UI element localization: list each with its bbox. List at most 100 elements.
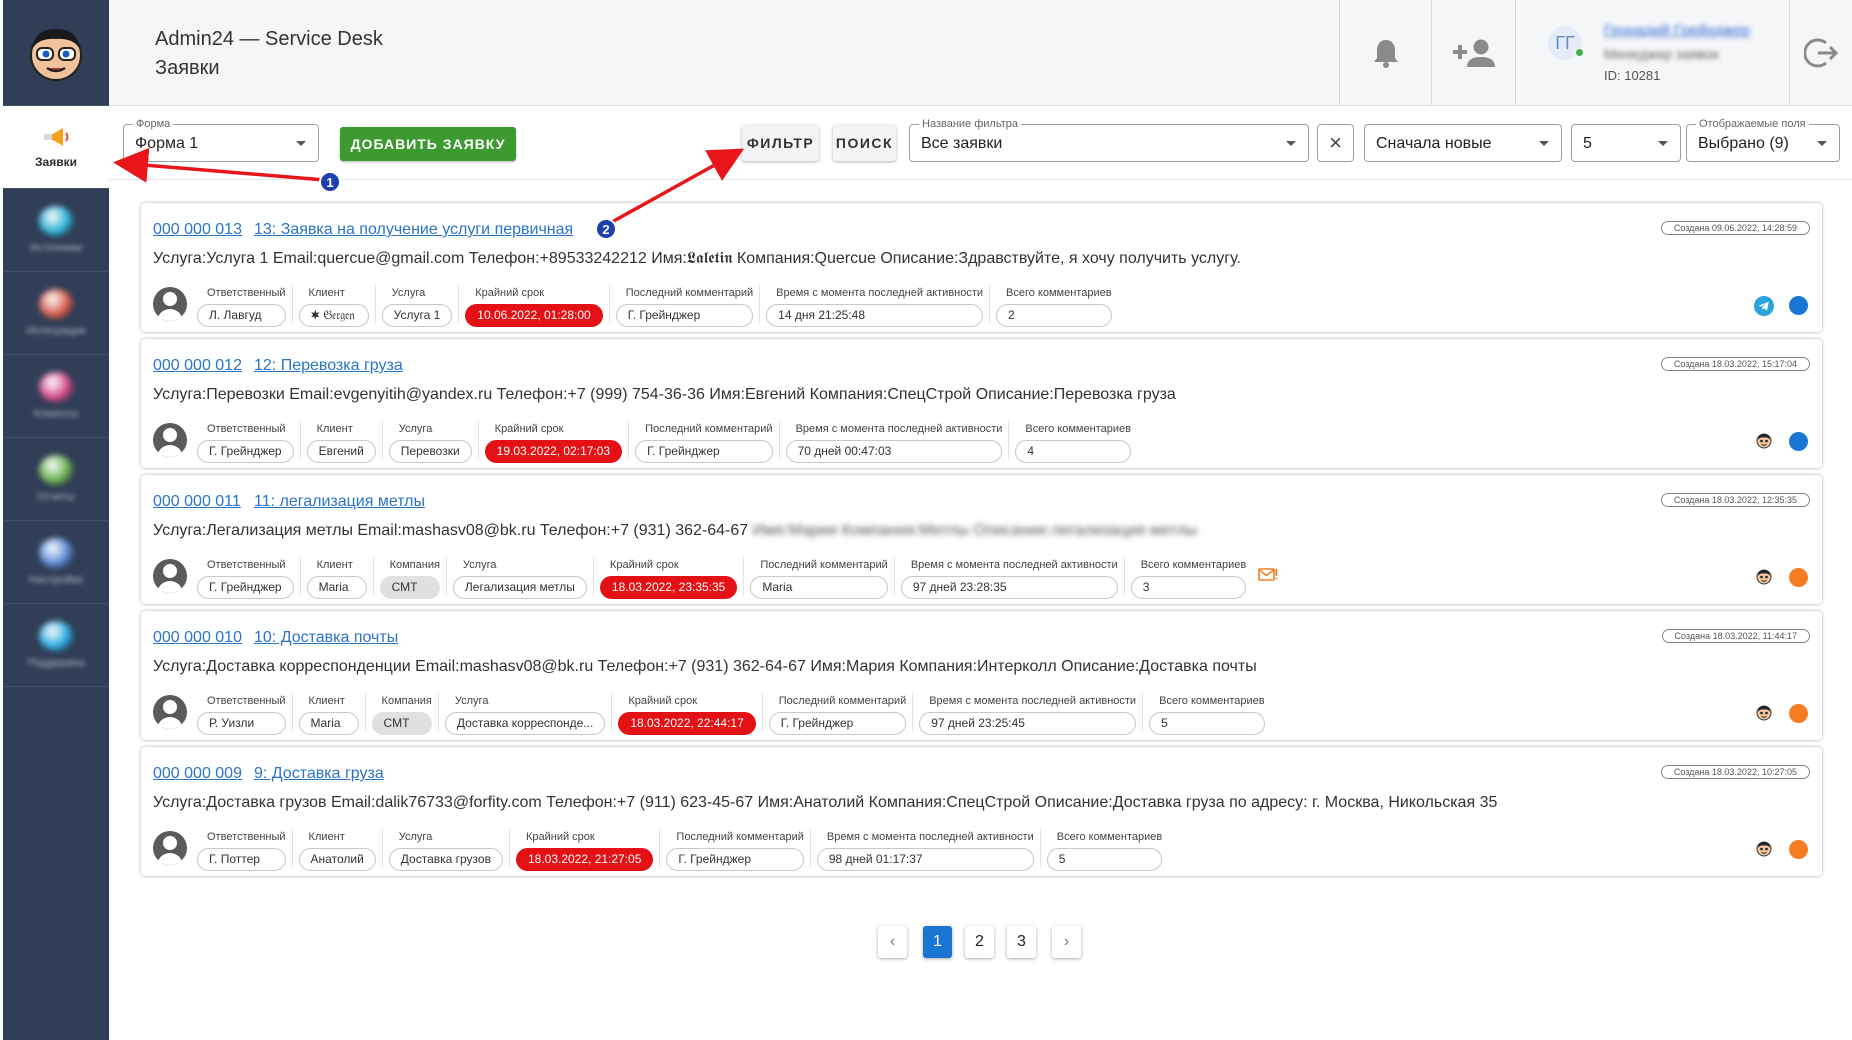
ticket-field: Клиент Maria — [298, 695, 359, 735]
ticket-field-value: 🟋 𝔊𝔢𝔯𝔤𝔢𝔫 — [298, 304, 369, 327]
user-name-link[interactable]: Геннадий Грейнджер — [1604, 22, 1750, 39]
ticket-field-value: 5 — [1046, 848, 1163, 871]
ticket-field: Последний комментарий Г. Грейнджер — [615, 287, 753, 327]
ticket-card[interactable]: 000 000 012 12: Перевозка груза Создана 18… — [141, 339, 1822, 468]
ticket-field: Последний комментарий Г. Грейнджер — [666, 831, 804, 871]
assignee-avatar-icon — [153, 695, 187, 729]
ticket-field-label: Всего комментариев — [1006, 287, 1112, 299]
sidebar: Заявки Источники Интеграции Клиенты Отчеты На… — [3, 0, 109, 1040]
ticket-field-label: Ответственный — [207, 695, 286, 707]
field-divider — [912, 693, 914, 731]
ticket-field-label: Всего комментариев — [1159, 695, 1265, 707]
assignee-avatar-icon — [153, 559, 187, 593]
ticket-field-label: Время с момента последней активности — [826, 831, 1034, 843]
sidebar-item[interactable]: Отчеты — [3, 438, 109, 521]
sidebar-item[interactable]: Поддержка — [3, 604, 109, 687]
ticket-title-link[interactable]: 11: легализация метлы — [254, 493, 425, 511]
ticket-field-label: Ответственный — [207, 423, 286, 435]
ticket-field-label: Крайний срок — [494, 423, 564, 435]
ticket-id-link[interactable]: 000 000 013 — [153, 221, 242, 239]
ticket-id-link[interactable]: 000 000 011 — [153, 493, 241, 511]
ticket-field: Последний комментарий Maria — [750, 559, 888, 599]
field-divider — [477, 421, 479, 459]
search-button[interactable]: ПОИСК — [833, 125, 896, 161]
ticket-description: Услуга:Перевозки Email:evgenyitih@yandex… — [153, 386, 1176, 404]
filter-name-value: Все заявки — [921, 135, 1003, 152]
ticket-title-link[interactable]: 9: Доставка груза — [254, 765, 384, 783]
mail-icon[interactable] — [1258, 567, 1278, 583]
filter-button[interactable]: ФИЛЬТР — [742, 125, 819, 161]
toolbar: Форма Форма 1 ДОБАВИТЬ ЗАЯВКУ ФИЛЬТР ПОИ… — [109, 106, 1852, 180]
megaphone-icon — [44, 128, 69, 146]
field-divider — [628, 421, 630, 459]
ticket-field: Всего комментариев 3 — [1130, 559, 1246, 599]
sidebar-item[interactable]: Клиенты — [3, 355, 109, 438]
ticket-card[interactable]: 000 000 011 11: легализация метлы Создана … — [141, 475, 1822, 604]
user-profile[interactable]: ГГ Геннадий Грейнджер Менеджер заявок ID… — [1515, 0, 1789, 106]
ticket-field-label: Последний комментарий — [676, 831, 804, 843]
ticket-field: Ответственный Г. Поттер — [197, 831, 286, 871]
field-divider — [809, 829, 811, 867]
ticket-card[interactable]: 000 000 009 9: Доставка груза Создана 18.0… — [141, 747, 1822, 876]
ticket-id-link[interactable]: 000 000 012 — [153, 357, 242, 375]
ticket-card[interactable]: 000 000 013 13: Заявка на получение услуг… — [141, 203, 1822, 332]
ticket-title-link[interactable]: 10: Доставка почты — [254, 629, 398, 647]
close-icon: × — [1329, 130, 1342, 155]
ticket-field: Ответственный Р. Уизли — [197, 695, 286, 735]
pagination-page-button[interactable]: 1 — [923, 926, 952, 958]
filter-name-select[interactable]: Название фильтра Все заявки — [909, 117, 1309, 162]
ticket-field-label: Время с момента последней активности — [776, 287, 984, 299]
ticket-field-label: Услуга — [391, 287, 426, 299]
ticket-title-link[interactable]: 12: Перевозка груза — [254, 357, 403, 375]
sidebar-item-label: Источники — [29, 242, 83, 254]
visible-fields-label: Отображаемые поля — [1696, 117, 1809, 131]
sidebar-item-label: Настройки — [29, 574, 83, 586]
chevron-down-icon — [1539, 141, 1549, 146]
created-badge: Создана 18.03.2022, 10:27:05 — [1660, 765, 1810, 779]
form-select-label: Форма — [133, 117, 174, 131]
ticket-field-value: Maria — [298, 712, 359, 735]
add-ticket-button[interactable]: ДОБАВИТЬ ЗАЯВКУ — [340, 127, 516, 161]
ticket-field: Клиент Евгений — [306, 423, 376, 463]
ticket-id-link[interactable]: 000 000 009 — [153, 765, 242, 783]
ticket-card[interactable]: 000 000 010 10: Доставка почты Создана 18.… — [141, 611, 1822, 740]
ticket-field-label: Клиент — [316, 423, 353, 435]
pagination-next-button[interactable]: › — [1052, 926, 1081, 958]
field-divider — [761, 693, 763, 731]
add-user-button[interactable] — [1431, 0, 1515, 106]
logo-avatar[interactable] — [3, 0, 109, 106]
pagination-page-button[interactable]: 2 — [965, 926, 994, 958]
status-indicator — [1789, 568, 1808, 587]
pagination-prev-button[interactable]: ‹ — [878, 926, 907, 958]
per-page-select[interactable]: 5 — [1571, 124, 1681, 162]
pagination-page-button[interactable]: 3 — [1007, 926, 1036, 958]
visible-fields-select[interactable]: Отображаемые поля Выбрано (9) — [1686, 117, 1840, 162]
logout-button[interactable] — [1789, 0, 1852, 106]
ticket-id-link[interactable]: 000 000 010 — [153, 629, 242, 647]
ticket-field-label: Время с момента последней активности — [929, 695, 1137, 707]
ticket-field-value: 97 дней 23:25:45 — [919, 712, 1137, 735]
ticket-field-label: Время с момента последней активности — [795, 423, 1003, 435]
ticket-description-text: Услуга:Услуга 1 Email:quercue@gmail.com … — [153, 250, 1241, 267]
app-title: Admin24 — Service Desk — [155, 28, 383, 50]
ticket-field-label: Услуга — [454, 695, 489, 707]
form-select[interactable]: Форма Форма 1 — [123, 117, 319, 162]
ticket-title-link[interactable]: 13: Заявка на получение услуги первичная — [254, 221, 573, 239]
clear-filter-button[interactable]: × — [1317, 124, 1354, 162]
notifications-button[interactable] — [1339, 0, 1431, 106]
sort-select[interactable]: Сначала новые — [1364, 124, 1562, 162]
sidebar-item-icon — [39, 372, 73, 402]
field-divider — [759, 285, 761, 323]
sidebar-item[interactable]: Источники — [3, 189, 109, 272]
ticket-description-text: Услуга:Доставка грузов Email:dalik76733@… — [153, 794, 1498, 811]
status-indicator — [1789, 432, 1808, 451]
chevron-down-icon — [296, 141, 306, 146]
logout-icon — [1804, 38, 1838, 68]
ticket-field: Компания СМТ — [379, 559, 440, 599]
sidebar-item[interactable]: Заявки — [3, 106, 109, 189]
sidebar-item[interactable]: Настройки — [3, 521, 109, 604]
ticket-field-value: 70 дней 00:47:03 — [785, 440, 1003, 463]
field-divider — [291, 829, 293, 867]
ticket-description: Услуга:Доставка грузов Email:dalik76733@… — [153, 794, 1497, 812]
sidebar-item[interactable]: Интеграции — [3, 272, 109, 355]
